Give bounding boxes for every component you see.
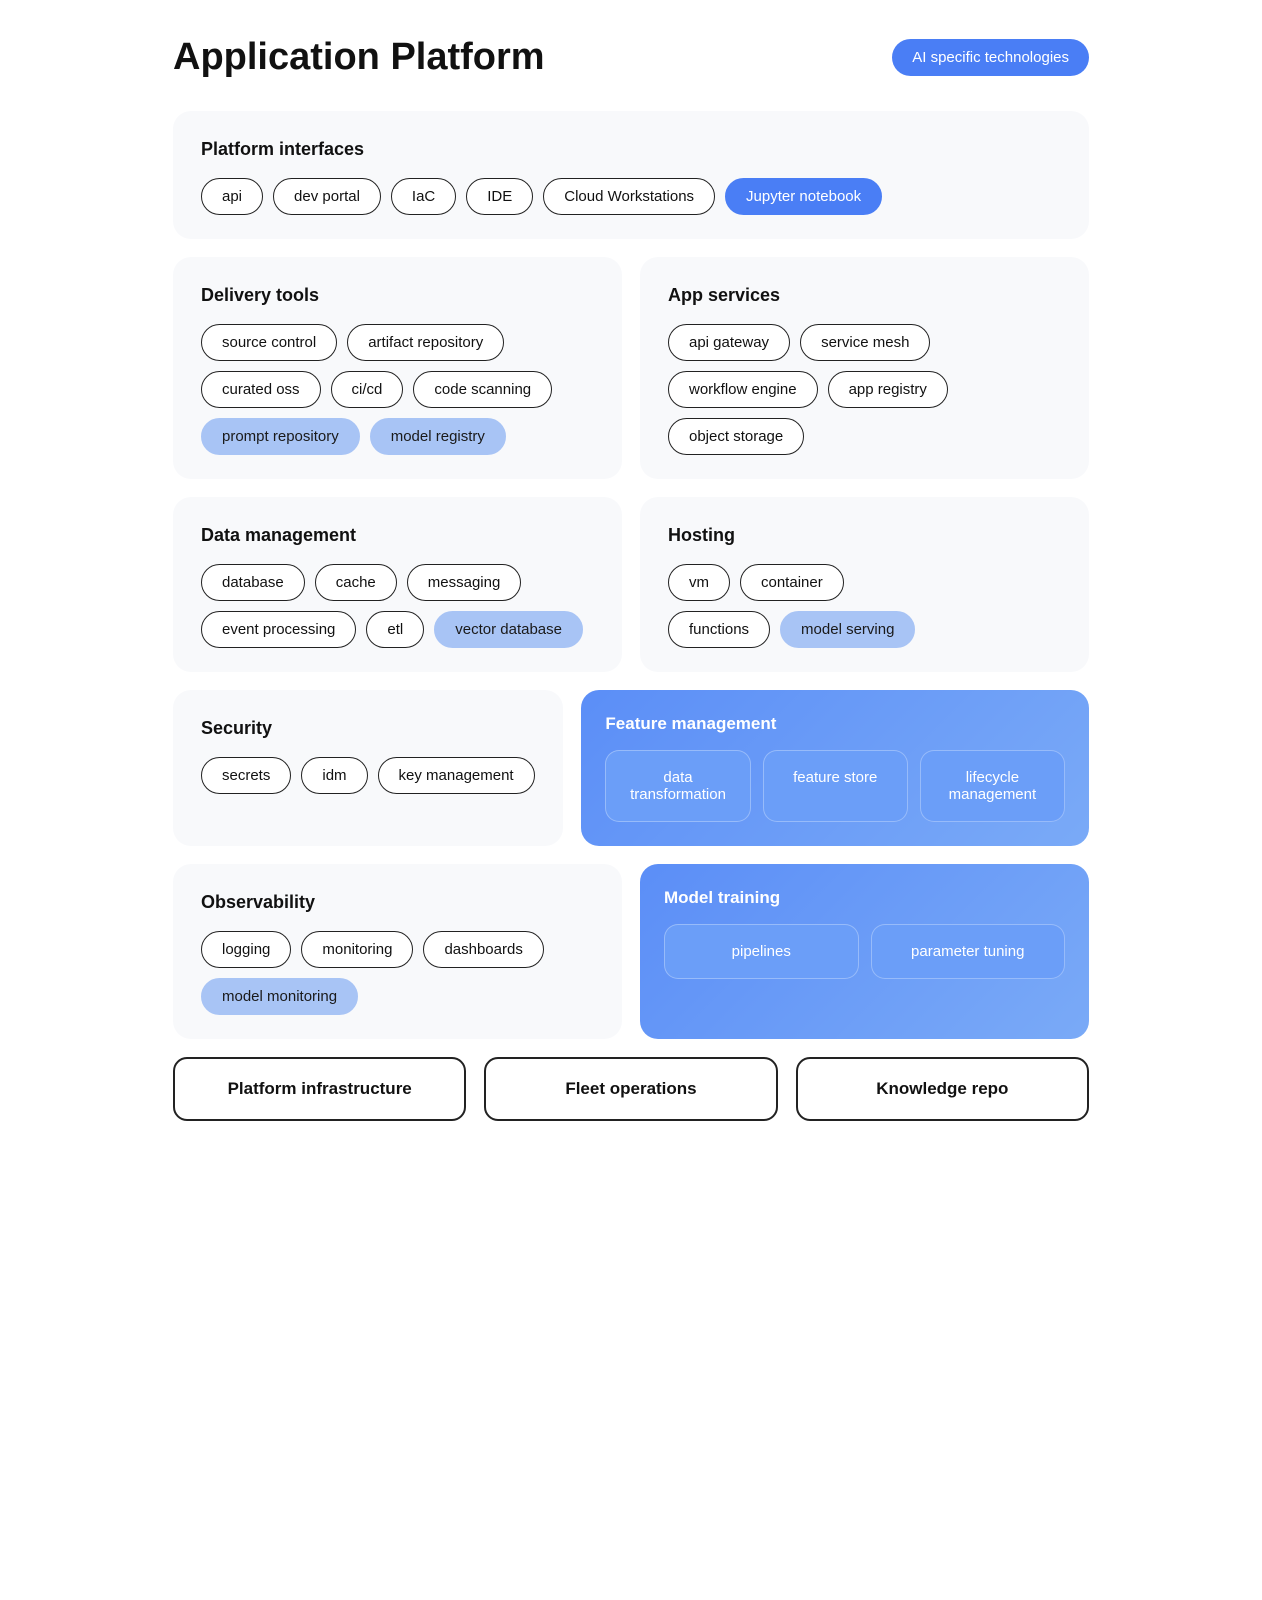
- chip-logging: logging: [201, 931, 291, 968]
- delivery-app-row: Delivery tools source control artifact r…: [173, 257, 1089, 479]
- chip-messaging: messaging: [407, 564, 522, 601]
- chip-vm: vm: [668, 564, 730, 601]
- chip-parameter-tuning: parameter tuning: [871, 924, 1066, 979]
- bottom-fleet-operations: Fleet operations: [484, 1057, 777, 1121]
- obs-training-row: Observability logging monitoring dashboa…: [173, 864, 1089, 1039]
- chip-workflow-engine: workflow engine: [668, 371, 818, 408]
- chip-service-mesh: service mesh: [800, 324, 930, 361]
- hosting-row-1: vm container: [668, 564, 1061, 601]
- delivery-row-3: prompt repository model registry: [201, 418, 594, 455]
- chip-ide: IDE: [466, 178, 533, 215]
- chip-prompt-repo: prompt repository: [201, 418, 360, 455]
- chip-object-storage: object storage: [668, 418, 804, 455]
- chip-model-registry: model registry: [370, 418, 506, 455]
- chip-artifact-repo: artifact repository: [347, 324, 504, 361]
- security-feature-row: Security secrets idm key management Feat…: [173, 690, 1089, 846]
- chip-database: database: [201, 564, 305, 601]
- chip-container: container: [740, 564, 844, 601]
- chip-model-serving: model serving: [780, 611, 915, 648]
- platform-interfaces-chips: api dev portal IaC IDE Cloud Workstation…: [201, 178, 1061, 215]
- security-title: Security: [201, 718, 535, 739]
- bottom-row: Platform infrastructure Fleet operations…: [173, 1057, 1089, 1121]
- chip-secrets: secrets: [201, 757, 291, 794]
- model-training-section: Model training pipelines parameter tunin…: [640, 864, 1089, 1039]
- platform-interfaces-section: Platform interfaces api dev portal IaC I…: [173, 111, 1089, 239]
- platform-interfaces-title: Platform interfaces: [201, 139, 1061, 160]
- chip-feature-store: feature store: [763, 750, 908, 822]
- app-services-title: App services: [668, 285, 1061, 306]
- hosting-title: Hosting: [668, 525, 1061, 546]
- chip-dev-portal: dev portal: [273, 178, 381, 215]
- chip-cloud-workstations: Cloud Workstations: [543, 178, 715, 215]
- chip-event-processing: event processing: [201, 611, 356, 648]
- model-training-title: Model training: [664, 888, 1065, 908]
- feature-management-chips: data transformation feature store lifecy…: [605, 750, 1065, 822]
- security-section: Security secrets idm key management: [173, 690, 563, 846]
- chip-api: api: [201, 178, 263, 215]
- observability-title: Observability: [201, 892, 594, 913]
- app-services-row-2: workflow engine app registry: [668, 371, 1061, 408]
- chip-cache: cache: [315, 564, 397, 601]
- bottom-knowledge-repo: Knowledge repo: [796, 1057, 1089, 1121]
- app-services-row-1: api gateway service mesh: [668, 324, 1061, 361]
- page-header: Application Platform AI specific technol…: [173, 36, 1089, 79]
- data-row-2: event processing etl vector database: [201, 611, 594, 648]
- data-management-section: Data management database cache messaging…: [173, 497, 622, 672]
- chip-data-transformation: data transformation: [605, 750, 750, 822]
- feature-management-section: Feature management data transformation f…: [581, 690, 1089, 846]
- chip-cicd: ci/cd: [331, 371, 404, 408]
- feature-management-title: Feature management: [605, 714, 1065, 734]
- security-chips: secrets idm key management: [201, 757, 535, 794]
- obs-row-2: model monitoring: [201, 978, 594, 1015]
- chip-api-gateway: api gateway: [668, 324, 790, 361]
- bottom-platform-infrastructure: Platform infrastructure: [173, 1057, 466, 1121]
- delivery-tools-section: Delivery tools source control artifact r…: [173, 257, 622, 479]
- data-hosting-row: Data management database cache messaging…: [173, 497, 1089, 672]
- ai-badge: AI specific technologies: [892, 39, 1089, 76]
- delivery-row-1: source control artifact repository: [201, 324, 594, 361]
- app-services-row-3: object storage: [668, 418, 1061, 455]
- chip-app-registry: app registry: [828, 371, 948, 408]
- chip-functions: functions: [668, 611, 770, 648]
- hosting-section: Hosting vm container functions model ser…: [640, 497, 1089, 672]
- chip-lifecycle-management: lifecycle management: [920, 750, 1065, 822]
- chip-model-monitoring: model monitoring: [201, 978, 358, 1015]
- chip-key-management: key management: [378, 757, 535, 794]
- page-title: Application Platform: [173, 36, 545, 79]
- chip-iac: IaC: [391, 178, 456, 215]
- data-management-title: Data management: [201, 525, 594, 546]
- delivery-row-2: curated oss ci/cd code scanning: [201, 371, 594, 408]
- chip-monitoring: monitoring: [301, 931, 413, 968]
- chip-source-control: source control: [201, 324, 337, 361]
- chip-code-scanning: code scanning: [413, 371, 552, 408]
- delivery-tools-title: Delivery tools: [201, 285, 594, 306]
- obs-row-1: logging monitoring dashboards: [201, 931, 594, 968]
- chip-pipelines: pipelines: [664, 924, 859, 979]
- data-row-1: database cache messaging: [201, 564, 594, 601]
- chip-curated-oss: curated oss: [201, 371, 321, 408]
- chip-etl: etl: [366, 611, 424, 648]
- chip-dashboards: dashboards: [423, 931, 543, 968]
- chip-jupyter: Jupyter notebook: [725, 178, 882, 215]
- chip-idm: idm: [301, 757, 367, 794]
- chip-vector-database: vector database: [434, 611, 583, 648]
- model-training-chips: pipelines parameter tuning: [664, 924, 1065, 979]
- observability-section: Observability logging monitoring dashboa…: [173, 864, 622, 1039]
- hosting-row-2: functions model serving: [668, 611, 1061, 648]
- app-services-section: App services api gateway service mesh wo…: [640, 257, 1089, 479]
